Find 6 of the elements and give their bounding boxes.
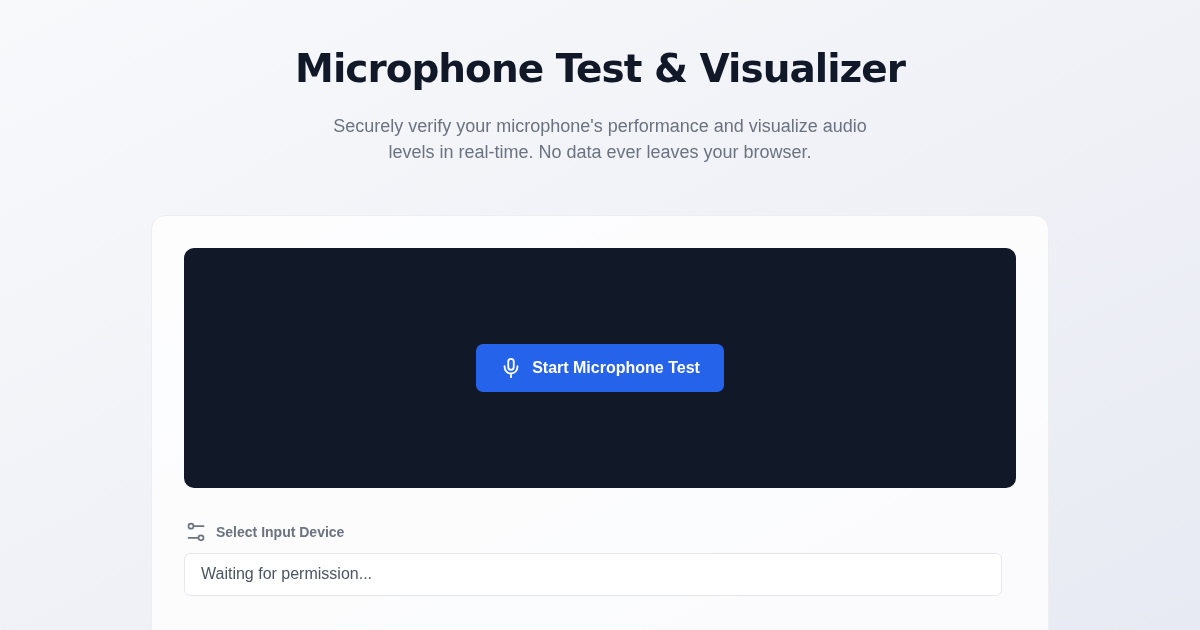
sliders-icon <box>186 522 206 542</box>
page-title: Microphone Test & Visualizer <box>295 45 905 93</box>
device-label: Select Input Device <box>216 522 345 542</box>
start-test-button[interactable]: Start Microphone Test <box>476 343 724 392</box>
device-select[interactable]: Waiting for permission... <box>184 552 1002 596</box>
page-subtitle: Securely verify your microphone's performance and visualize audio levels in real-time. No data ever leaves your browser. <box>332 114 868 164</box>
